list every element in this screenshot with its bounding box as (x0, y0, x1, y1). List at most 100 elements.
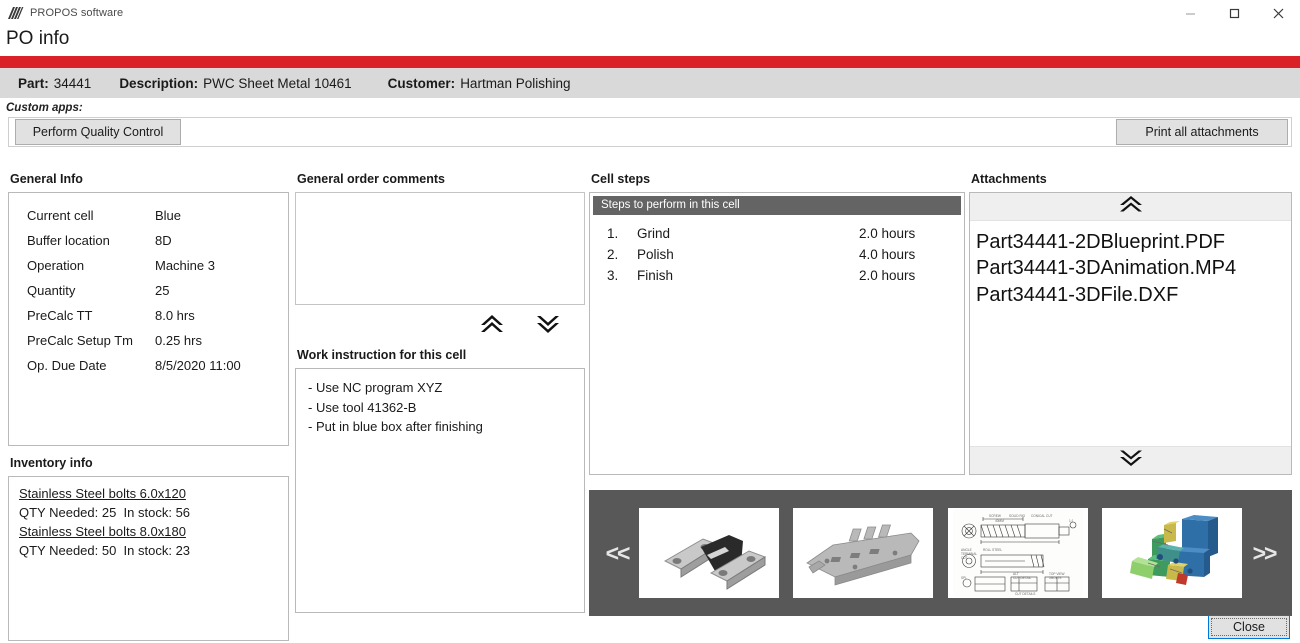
general-info-key: PreCalc Setup Tm (27, 333, 133, 348)
window-controls (1168, 0, 1300, 26)
thumb-2d-blueprint[interactable]: SCREW SOLID RIG CONICAL CUT 40MM ANGLE T… (947, 508, 1088, 598)
general-info-key: Quantity (27, 283, 76, 298)
maximize-icon[interactable] (1212, 0, 1256, 26)
svg-text:XBOLTS: XBOLTS (1049, 576, 1061, 580)
close-icon[interactable] (1256, 0, 1300, 26)
cell-step-name: Polish (637, 247, 674, 262)
attachment-item[interactable]: Part34441-3DFile.DXF (976, 282, 1285, 308)
part-field: Part: 34441 (18, 76, 91, 91)
double-chevron-up-icon[interactable] (477, 312, 507, 341)
cell-step-number: 2. (607, 247, 619, 262)
inventory-item-name[interactable]: Stainless Steel bolts 8.0x180 (19, 523, 278, 542)
accent-bar (0, 56, 1300, 68)
general-info-key: Current cell (27, 208, 94, 223)
cell-steps-list: 1. Grind 2.0 hours 2. Polish 4.0 hours 3… (593, 215, 961, 286)
work-instruction-panel: - Use NC program XYZ - Use tool 41362-B … (295, 368, 585, 613)
inventory-item-detail: QTY Needed: 25 In stock: 56 (19, 504, 191, 520)
work-instruction-line: - Put in blue box after finishing (308, 419, 483, 434)
general-info-value: Machine 3 (155, 258, 215, 273)
general-info-panel: Current cell Blue Buffer location 8D Ope… (8, 192, 289, 446)
general-info-key: PreCalc TT (27, 308, 93, 323)
double-chevron-down-icon[interactable] (533, 312, 563, 341)
description-label: Description: (119, 75, 199, 91)
carousel-thumbnails: SCREW SOLID RIG CONICAL CUT 40MM ANGLE T… (639, 508, 1242, 598)
svg-text:SOLID RIG: SOLID RIG (1009, 514, 1026, 518)
order-identity-bar: Part: 34441 Description: PWC Sheet Metal… (0, 68, 1300, 98)
general-order-comments-value (296, 193, 584, 205)
cell-step-hours: 4.0 hours (859, 247, 916, 262)
minimize-icon[interactable] (1168, 0, 1212, 26)
cell-step-row[interactable]: 3. Finish 2.0 hours (593, 265, 961, 286)
title-bar: PROPOS software (0, 0, 1300, 26)
cell-step-name: Finish (637, 268, 674, 283)
cell-step-row[interactable]: 1. Grind 2.0 hours (593, 223, 961, 244)
comments-scroll-controls (295, 305, 585, 347)
thumb-sheet-metal-frame[interactable] (793, 508, 934, 598)
general-info-value: Blue (155, 208, 182, 223)
thumb-metal-brackets[interactable] (639, 508, 779, 598)
brand-label: PROPOS software (30, 7, 124, 19)
general-info-value: 8/5/2020 11:00 (155, 358, 241, 373)
svg-text:ROLL STEEL: ROLL STEEL (983, 548, 1002, 552)
customer-label: Customer: (387, 75, 456, 91)
attachments-scroll-down-button[interactable] (970, 446, 1291, 474)
inventory-item-name[interactable]: Stainless Steel bolts 6.0x120 (19, 485, 278, 504)
inventory-item: Stainless Steel bolts 6.0x120 QTY Needed… (19, 485, 278, 523)
propos-hatched-logo-icon (6, 6, 24, 21)
general-order-comments-title: General order comments (297, 172, 445, 186)
customer-field: Customer: Hartman Polishing (388, 76, 571, 91)
svg-text:CUT DETAILS: CUT DETAILS (1015, 592, 1035, 596)
svg-text:CONICAL CUT: CONICAL CUT (1031, 514, 1053, 518)
custom-apps-label: Custom apps: (6, 102, 83, 114)
description-value: PWC Sheet Metal 10461 (203, 75, 352, 91)
svg-text:CUT DETAIL: CUT DETAIL (1013, 576, 1032, 580)
cell-steps-header: Steps to perform in this cell (593, 196, 961, 215)
custom-apps-toolbar: Perform Quality Control Print all attach… (8, 117, 1292, 147)
general-info-row: Operation Machine 3 (9, 253, 288, 278)
cell-step-row[interactable]: 2. Polish 4.0 hours (593, 244, 961, 265)
cell-step-name: Grind (637, 226, 671, 241)
description-field: Description: PWC Sheet Metal 10461 (119, 76, 351, 91)
column-cell-steps: Cell steps Steps to perform in this cell… (589, 171, 965, 475)
general-info-value: 25 (155, 283, 170, 298)
thumb-3d-model[interactable] (1101, 508, 1242, 598)
cell-step-number: 3. (607, 268, 619, 283)
cell-step-hours: 2.0 hours (859, 226, 916, 241)
svg-text:CUT: CUT (961, 556, 968, 560)
attachments-scroll-up-button[interactable] (970, 193, 1291, 221)
general-info-row: PreCalc Setup Tm 0.25 hrs (9, 328, 288, 353)
general-info-row: PreCalc TT 8.0 hrs (9, 303, 288, 328)
general-info-row: Quantity 25 (9, 278, 288, 303)
work-instruction-line: - Use NC program XYZ (308, 380, 443, 395)
cell-step-number: 1. (607, 226, 619, 241)
customer-value: Hartman Polishing (460, 75, 571, 91)
part-value: 34441 (53, 75, 92, 91)
attachment-item[interactable]: Part34441-2DBlueprint.PDF (976, 229, 1285, 255)
general-order-comments-box[interactable] (295, 192, 585, 305)
general-info-row: Op. Due Date 8/5/2020 11:00 (9, 353, 288, 378)
close-button[interactable]: Close (1208, 615, 1290, 639)
general-info-value: 8.0 hrs (155, 308, 195, 323)
general-info-value: 0.25 hrs (155, 333, 202, 348)
cell-steps-panel: Steps to perform in this cell 1. Grind 2… (589, 192, 965, 475)
inventory-item-detail: QTY Needed: 50 In stock: 23 (19, 542, 191, 558)
general-info-row: Buffer location 8D (9, 228, 288, 253)
carousel-prev-button[interactable]: << (595, 540, 639, 567)
column-attachments: Attachments Part34441-2DBlueprint.PDF Pa… (969, 171, 1292, 475)
general-info-row: Current cell Blue (9, 203, 288, 228)
work-instruction-title: Work instruction for this cell (297, 348, 467, 362)
footer: Close (1208, 615, 1290, 639)
carousel-next-button[interactable]: >> (1242, 540, 1286, 567)
work-instruction-line: - Use tool 41362-B (308, 399, 417, 415)
main-content: General Info Current cell Blue Buffer lo… (0, 171, 1300, 643)
attachments-list: Part34441-2DBlueprint.PDF Part34441-3DAn… (970, 221, 1291, 446)
print-all-attachments-button[interactable]: Print all attachments (1116, 119, 1288, 145)
svg-text:SCREW: SCREW (989, 514, 1001, 518)
cell-step-hours: 2.0 hours (859, 268, 916, 283)
inventory-info-panel: Stainless Steel bolts 6.0x120 QTY Needed… (8, 476, 289, 641)
general-info-key: Op. Due Date (27, 358, 107, 373)
page-title: PO info (6, 28, 70, 49)
perform-quality-control-button[interactable]: Perform Quality Control (15, 119, 181, 145)
attachment-item[interactable]: Part34441-3DAnimation.MP4 (976, 255, 1285, 281)
general-info-key: Operation (27, 258, 85, 273)
